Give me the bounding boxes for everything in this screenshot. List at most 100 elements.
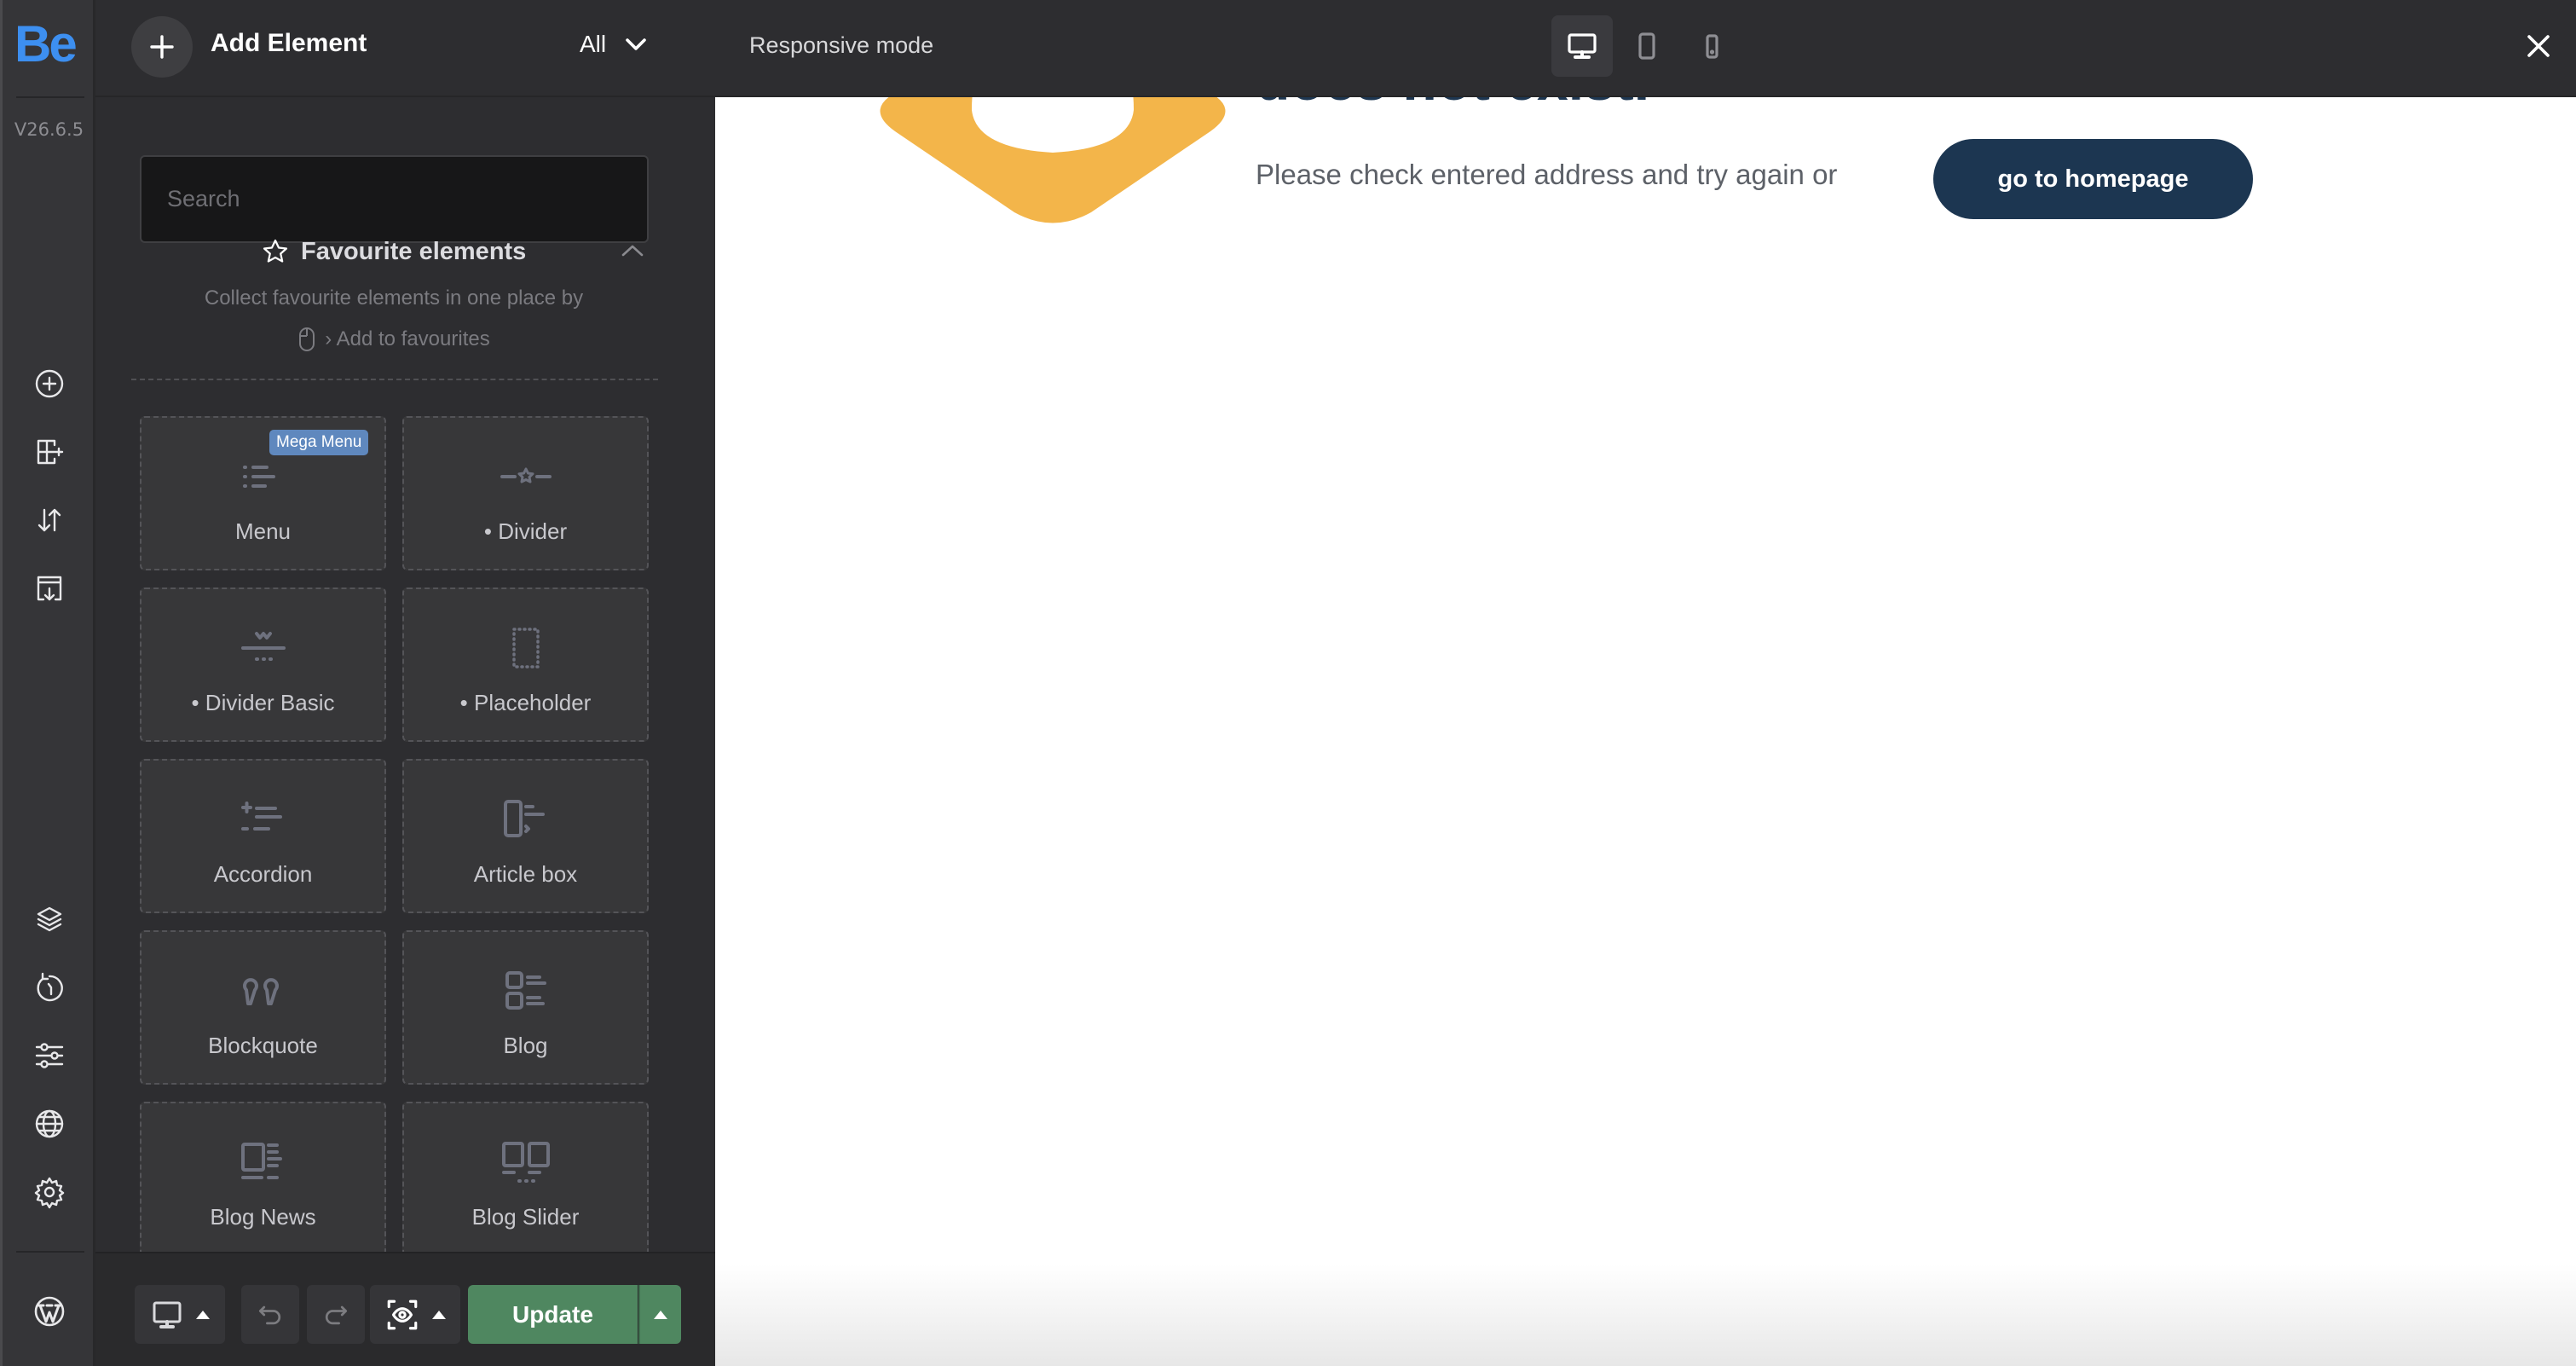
device-desktop-button[interactable] bbox=[1551, 15, 1613, 77]
element-card-divider-basic[interactable]: • Divider Basic bbox=[140, 587, 386, 742]
favourites-divider bbox=[131, 379, 658, 380]
favourites-title: Favourite elements bbox=[301, 237, 527, 265]
be-logo[interactable]: Be bbox=[14, 19, 78, 70]
top-bar: Add Element All Responsive mode bbox=[95, 0, 2576, 97]
caret-up-icon bbox=[432, 1310, 446, 1319]
add-element-panel: Favourite elements Collect favourite ele… bbox=[95, 97, 715, 1366]
element-label: Accordion bbox=[213, 861, 313, 887]
undo-button[interactable] bbox=[241, 1285, 299, 1344]
redo-icon bbox=[325, 1305, 348, 1324]
traffic-cone-illustration bbox=[880, 97, 1226, 223]
responsive-mode-label: Responsive mode bbox=[749, 32, 934, 58]
element-card-blog[interactable]: Blog bbox=[402, 930, 649, 1085]
element-label: Article box bbox=[473, 861, 578, 887]
divider-star-icon bbox=[500, 467, 552, 483]
preview-device-button[interactable] bbox=[135, 1285, 225, 1344]
go-to-homepage-button[interactable]: go to homepage bbox=[1933, 139, 2253, 219]
device-mobile-button[interactable] bbox=[1681, 15, 1742, 77]
version-label: V26.6.5 bbox=[14, 119, 84, 140]
element-card-placeholder[interactable]: • Placeholder bbox=[402, 587, 649, 742]
element-label: • Placeholder bbox=[459, 690, 592, 715]
element-label: Blog bbox=[503, 1033, 548, 1058]
add-element-button[interactable] bbox=[131, 16, 193, 78]
rail-history-button[interactable] bbox=[26, 964, 73, 1011]
element-filter-dropdown[interactable]: All bbox=[580, 26, 647, 63]
element-label: Blog Slider bbox=[471, 1204, 580, 1230]
desktop-icon bbox=[153, 1301, 182, 1328]
filter-value: All bbox=[580, 31, 607, 57]
mega-menu-badge: Mega Menu bbox=[269, 430, 369, 455]
rail-add-element-button[interactable] bbox=[26, 360, 73, 408]
error-heading: does not exist. bbox=[1256, 97, 1649, 113]
mouse-icon bbox=[299, 327, 315, 351]
plus-icon bbox=[150, 35, 174, 59]
rail-global-button[interactable] bbox=[26, 1100, 73, 1148]
chevron-down-icon bbox=[626, 38, 646, 50]
rail-options-button[interactable] bbox=[26, 1032, 73, 1079]
template-import-icon bbox=[37, 576, 62, 601]
desktop-icon bbox=[1568, 33, 1597, 59]
panel-bottom-toolbar: Update bbox=[95, 1252, 715, 1366]
sort-arrows-icon bbox=[38, 508, 61, 532]
rail-settings-button[interactable] bbox=[26, 1168, 73, 1216]
undo-icon bbox=[258, 1305, 281, 1324]
rail-add-section-button[interactable] bbox=[26, 428, 73, 476]
icon-rail: Be V26.6.5 bbox=[0, 0, 95, 1366]
update-options-button[interactable] bbox=[638, 1285, 681, 1344]
caret-up-icon bbox=[654, 1310, 667, 1319]
element-label: • Divider bbox=[483, 518, 568, 544]
element-card-accordion[interactable]: Accordion bbox=[140, 759, 386, 913]
menu-list-icon bbox=[242, 466, 275, 488]
element-label: • Divider Basic bbox=[191, 690, 335, 715]
update-button[interactable]: Update bbox=[468, 1285, 638, 1344]
element-label: Blog News bbox=[210, 1204, 316, 1230]
page-canvas: does not exist. Please check entered add… bbox=[715, 97, 2576, 1366]
blockquote-icon bbox=[242, 978, 279, 1005]
layers-icon bbox=[37, 906, 62, 932]
rail-navigator-button[interactable] bbox=[26, 895, 73, 943]
favourites-desc-line2: › Add to favourites bbox=[297, 319, 490, 360]
elements-grid: Mega Menu Menu • Divider • Divider Basic… bbox=[140, 416, 651, 1252]
favourites-desc-line1: Collect favourite elements in one place … bbox=[204, 287, 584, 310]
chevron-up-icon bbox=[621, 245, 644, 257]
preview-button[interactable] bbox=[370, 1285, 460, 1344]
element-card-blog-slider[interactable]: Blog Slider bbox=[402, 1102, 649, 1252]
tablet-icon bbox=[1638, 32, 1655, 60]
star-icon bbox=[263, 239, 288, 263]
element-label: Blockquote bbox=[208, 1033, 318, 1058]
accordion-icon bbox=[240, 802, 282, 831]
device-tablet-button[interactable] bbox=[1616, 15, 1678, 77]
redo-button[interactable] bbox=[307, 1285, 365, 1344]
blog-news-icon bbox=[240, 1143, 282, 1179]
element-card-menu[interactable]: Mega Menu Menu bbox=[140, 416, 386, 570]
element-card-blog-news[interactable]: Blog News bbox=[140, 1102, 386, 1252]
blog-slider-icon bbox=[501, 1142, 550, 1183]
rail-wordpress-button[interactable] bbox=[26, 1288, 73, 1335]
sliders-icon bbox=[35, 1043, 64, 1068]
favourites-header[interactable]: Favourite elements bbox=[262, 228, 526, 275]
article-box-icon bbox=[503, 800, 545, 837]
favourites-description: Collect favourite elements in one place … bbox=[95, 278, 692, 368]
rail-templates-button[interactable] bbox=[26, 564, 73, 612]
add-to-favourites-hint: › Add to favourites bbox=[325, 327, 490, 350]
plus-circle-icon bbox=[35, 369, 64, 398]
history-icon bbox=[37, 972, 63, 1002]
error-message: Please check entered address and try aga… bbox=[1256, 159, 1838, 190]
caret-up-icon bbox=[196, 1310, 210, 1319]
favourites-collapse-toggle[interactable] bbox=[615, 234, 650, 268]
wordpress-icon bbox=[34, 1296, 65, 1327]
placeholder-icon bbox=[511, 628, 540, 669]
blog-icon bbox=[505, 971, 546, 1010]
close-button[interactable] bbox=[2518, 26, 2559, 67]
element-label: Menu bbox=[234, 518, 292, 544]
mobile-icon bbox=[1706, 34, 1718, 59]
globe-icon bbox=[35, 1109, 64, 1138]
gear-icon bbox=[34, 1177, 65, 1209]
eye-focus-icon bbox=[387, 1299, 418, 1329]
panel-title: Add Element bbox=[211, 29, 367, 57]
rail-sort-button[interactable] bbox=[26, 496, 73, 544]
element-card-blockquote[interactable]: Blockquote bbox=[140, 930, 386, 1085]
divider-basic-icon bbox=[240, 632, 286, 661]
element-card-divider[interactable]: • Divider bbox=[402, 416, 649, 570]
element-card-article-box[interactable]: Article box bbox=[402, 759, 649, 913]
